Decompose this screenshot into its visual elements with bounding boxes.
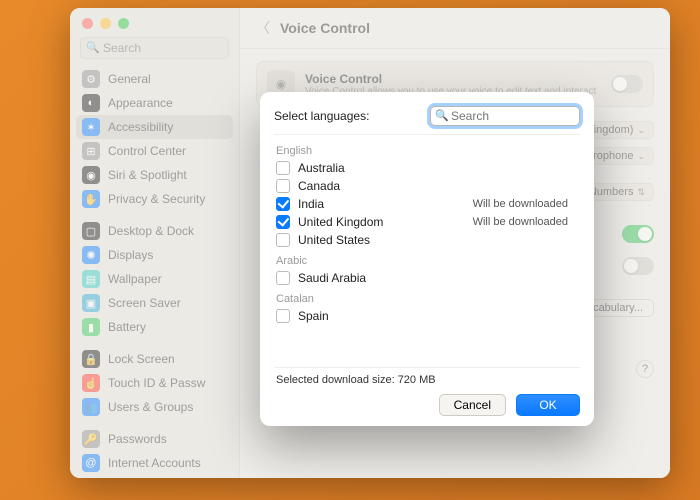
modal-title: Select languages: [274, 109, 369, 123]
language-checkbox[interactable] [276, 309, 290, 323]
download-note: Will be downloaded [473, 216, 578, 228]
language-row[interactable]: Australia [274, 159, 580, 177]
download-size-label: Selected download size: 720 MB [274, 367, 580, 394]
language-row[interactable]: India Will be downloaded [274, 195, 580, 213]
language-row[interactable]: United Kingdom Will be downloaded [274, 213, 580, 231]
modal-header: Select languages: 🔍 [274, 106, 580, 126]
language-name: United Kingdom [298, 215, 383, 229]
language-list[interactable]: English Australia Canada India Will be downl… [274, 134, 580, 367]
language-checkbox[interactable] [276, 197, 290, 211]
ok-button[interactable]: OK [516, 394, 580, 416]
language-name: Spain [298, 309, 329, 323]
language-checkbox[interactable] [276, 233, 290, 247]
settings-window: 🔍 ⚙General◐Appearance✶Accessibility⊞Cont… [70, 8, 670, 478]
language-row[interactable]: United States [274, 231, 580, 249]
download-note: Will be downloaded [473, 198, 578, 210]
language-modal: Select languages: 🔍 English Australia Cana… [260, 92, 594, 426]
language-name: Saudi Arabia [298, 271, 366, 285]
language-name: India [298, 197, 324, 211]
language-checkbox[interactable] [276, 271, 290, 285]
cancel-button[interactable]: Cancel [439, 394, 506, 416]
modal-search: 🔍 [430, 106, 580, 126]
language-group-label: English [274, 139, 580, 159]
language-checkbox[interactable] [276, 215, 290, 229]
language-name: Australia [298, 161, 345, 175]
search-icon: 🔍 [435, 109, 449, 122]
language-name: Canada [298, 179, 340, 193]
language-checkbox[interactable] [276, 179, 290, 193]
language-row[interactable]: Spain [274, 307, 580, 325]
language-name: United States [298, 233, 370, 247]
language-row[interactable]: Saudi Arabia [274, 269, 580, 287]
language-row[interactable]: Canada [274, 177, 580, 195]
language-group-label: Arabic [274, 249, 580, 269]
language-checkbox[interactable] [276, 161, 290, 175]
language-group-label: Catalan [274, 287, 580, 307]
modal-buttons: Cancel OK [274, 394, 580, 416]
modal-search-input[interactable] [430, 106, 580, 126]
